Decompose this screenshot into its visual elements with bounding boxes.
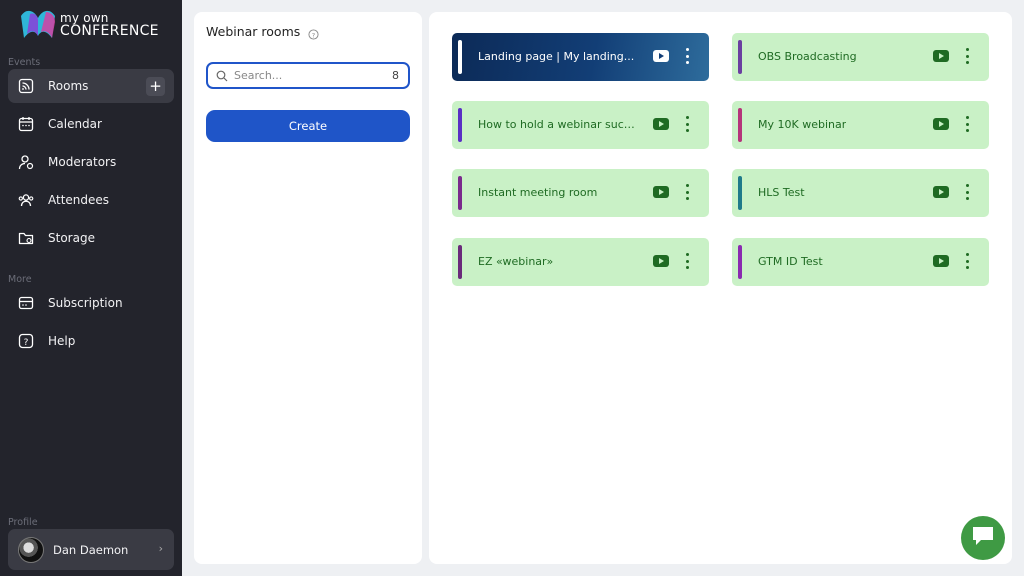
sidebar: my own CONFERENCE Events Rooms + Calenda…	[0, 0, 182, 576]
brand-line-2: CONFERENCE	[60, 23, 159, 39]
sidebar-item-storage[interactable]: Storage	[8, 221, 174, 255]
question-icon[interactable]: ?	[308, 25, 319, 44]
brand-logo[interactable]: my own CONFERENCE	[18, 8, 168, 42]
search-input[interactable]	[234, 69, 374, 82]
rooms-filter-panel: Webinar rooms ? 8 Create	[194, 12, 422, 564]
kebab-menu-icon[interactable]	[965, 48, 969, 64]
room-card[interactable]: My 10K webinar	[732, 101, 989, 149]
youtube-icon	[653, 118, 669, 130]
svg-text:?: ?	[24, 338, 29, 348]
room-name: EZ «webinar»	[478, 255, 554, 268]
kebab-menu-icon[interactable]	[965, 116, 969, 132]
sidebar-item-help[interactable]: ? Help	[8, 324, 174, 358]
chat-icon	[971, 525, 995, 551]
sidebar-item-label: Rooms	[48, 79, 89, 93]
room-name: Instant meeting room	[478, 186, 598, 199]
moderator-icon	[17, 153, 35, 171]
sidebar-item-attendees[interactable]: Attendees	[8, 183, 174, 217]
room-name: GTM ID Test	[758, 255, 823, 268]
room-name: OBS Broadcasting	[758, 50, 857, 63]
sidebar-item-label: Attendees	[48, 193, 110, 207]
add-room-button[interactable]: +	[146, 77, 165, 96]
kebab-menu-icon[interactable]	[685, 116, 689, 132]
sidebar-item-subscription[interactable]: Subscription	[8, 286, 174, 320]
youtube-icon	[933, 50, 949, 62]
sidebar-item-label: Moderators	[48, 155, 117, 169]
rooms-grid: Landing page | My landing... OBS Broadca…	[429, 12, 1012, 564]
sidebar-item-label: Storage	[48, 231, 95, 245]
kebab-menu-icon[interactable]	[965, 184, 969, 200]
chat-button[interactable]	[961, 516, 1005, 560]
room-accent-bar	[738, 176, 742, 210]
room-accent-bar	[738, 108, 742, 142]
kebab-menu-icon[interactable]	[685, 253, 689, 269]
sidebar-item-rooms[interactable]: Rooms +	[8, 69, 174, 103]
room-card[interactable]: OBS Broadcasting	[732, 33, 989, 81]
youtube-icon	[933, 118, 949, 130]
kebab-menu-icon[interactable]	[685, 48, 689, 64]
help-icon: ?	[17, 332, 35, 350]
room-accent-bar	[738, 245, 742, 279]
svg-text:?: ?	[312, 31, 315, 39]
attendees-icon	[17, 191, 35, 209]
room-accent-bar	[458, 108, 462, 142]
room-card[interactable]: EZ «webinar»	[452, 238, 709, 286]
sidebar-item-moderators[interactable]: Moderators	[8, 145, 174, 179]
youtube-icon	[933, 186, 949, 198]
profile-name: Dan Daemon	[53, 542, 129, 557]
room-accent-bar	[738, 40, 742, 74]
search-field: 8	[206, 62, 410, 89]
room-card[interactable]: Landing page | My landing...	[452, 33, 709, 81]
search-icon	[216, 70, 228, 82]
rss-icon	[17, 77, 35, 95]
logo-icon	[21, 10, 55, 38]
sidebar-item-label: Help	[48, 334, 76, 348]
profile-section-label: Profile	[8, 517, 38, 528]
room-card[interactable]: HLS Test	[732, 169, 989, 217]
subscription-icon	[17, 294, 35, 312]
room-name: Landing page | My landing...	[478, 50, 635, 63]
more-section-label: More	[8, 274, 32, 285]
sidebar-item-calendar[interactable]: Calendar	[8, 107, 174, 141]
youtube-icon	[653, 186, 669, 198]
youtube-icon	[653, 50, 669, 62]
create-button[interactable]: Create	[206, 110, 410, 142]
kebab-menu-icon[interactable]	[685, 184, 689, 200]
room-name: HLS Test	[758, 186, 805, 199]
room-card[interactable]: Instant meeting room	[452, 169, 709, 217]
youtube-icon	[653, 255, 669, 267]
room-accent-bar	[458, 40, 462, 74]
avatar	[18, 536, 44, 563]
room-accent-bar	[458, 245, 462, 279]
room-name: How to hold a webinar succ...	[478, 118, 638, 131]
folder-icon	[17, 229, 35, 247]
results-count: 8	[392, 69, 399, 82]
page-title: Webinar rooms	[206, 24, 301, 39]
calendar-icon	[17, 115, 35, 133]
youtube-icon	[933, 255, 949, 267]
chevron-right-icon: ›	[158, 542, 163, 555]
kebab-menu-icon[interactable]	[965, 253, 969, 269]
sidebar-item-label: Calendar	[48, 117, 102, 131]
profile-card[interactable]: Dan Daemon ›	[8, 529, 174, 570]
sidebar-item-label: Subscription	[48, 296, 123, 310]
room-accent-bar	[458, 176, 462, 210]
room-name: My 10K webinar	[758, 118, 847, 131]
room-card[interactable]: GTM ID Test	[732, 238, 989, 286]
events-section-label: Events	[8, 57, 41, 68]
room-card[interactable]: How to hold a webinar succ...	[452, 101, 709, 149]
